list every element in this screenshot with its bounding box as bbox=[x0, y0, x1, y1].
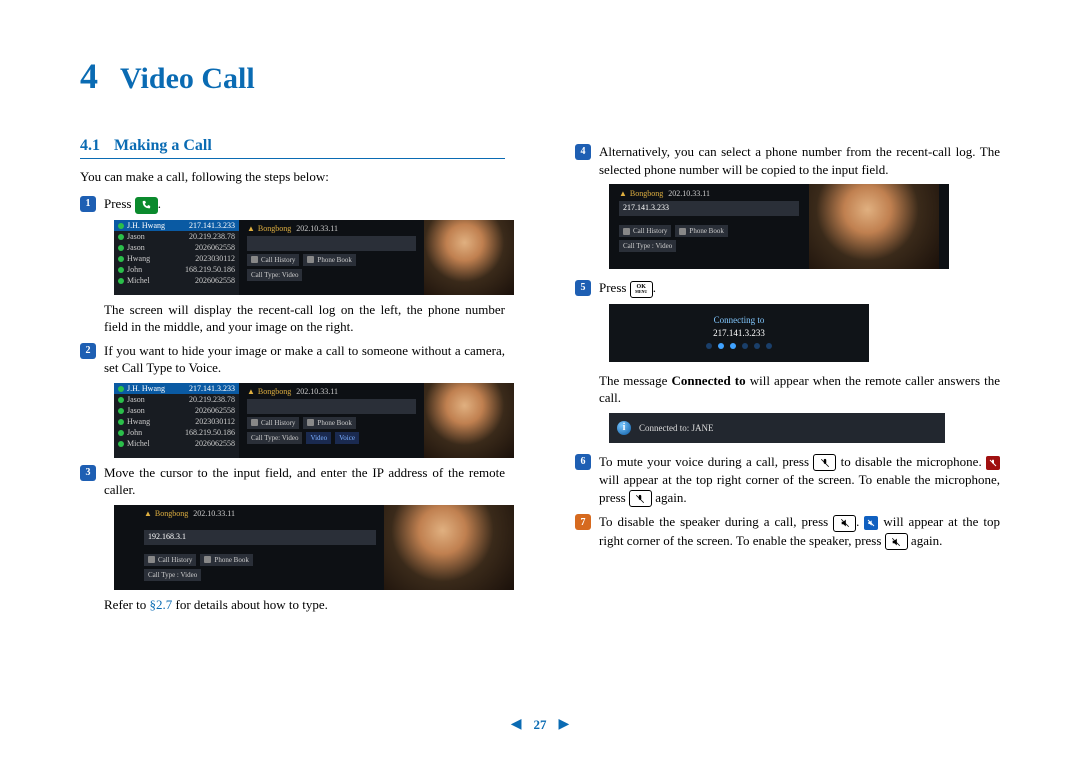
step-7: 7 To disable the speaker during a call, … bbox=[575, 513, 1000, 550]
chapter-title: Video Call bbox=[120, 62, 255, 96]
phone-book-button: Phone Book bbox=[303, 254, 355, 266]
left-column: 4.1 Making a Call You can make a call, f… bbox=[80, 137, 505, 619]
step-number: 2 bbox=[80, 343, 96, 359]
screenshot-connected: i Connected to: JANE bbox=[609, 413, 945, 443]
chapter-heading: 4 Video Call bbox=[80, 55, 1000, 97]
self-preview bbox=[424, 220, 514, 295]
chapter-number: 4 bbox=[80, 55, 98, 97]
next-page-arrow[interactable]: ▶ bbox=[559, 716, 570, 733]
calltype-voice-selected: Video bbox=[306, 432, 331, 444]
progress-dots bbox=[703, 341, 775, 351]
screenshot-selected-number: ▲Bongbong202.10.33.11 217.141.3.233 Call… bbox=[609, 184, 949, 269]
connected-label: Connected to: JANE bbox=[639, 423, 714, 433]
screenshot-connecting: Connecting to 217.141.3.233 bbox=[609, 304, 869, 362]
speaker-off-status-icon bbox=[864, 516, 878, 530]
step-number: 6 bbox=[575, 454, 591, 470]
step-number: 4 bbox=[575, 144, 591, 160]
step-number: 5 bbox=[575, 280, 591, 296]
step-number: 1 bbox=[80, 196, 96, 212]
step-2: 2 If you want to hide your image or make… bbox=[80, 342, 505, 377]
mute-key-icon bbox=[629, 490, 652, 507]
step-text: Press . bbox=[104, 195, 505, 214]
call-history-button: Call History bbox=[247, 254, 299, 266]
step-1: 1 Press . bbox=[80, 195, 505, 214]
screenshot-recent-call-log: J.H. Hwang217.141.3.233 Jason20.219.238.… bbox=[114, 220, 514, 295]
page-number: 27 bbox=[534, 717, 547, 733]
call-log-panel: J.H. Hwang217.141.3.233 Jason20.219.238.… bbox=[114, 220, 239, 295]
presence-icon: ▲ bbox=[247, 224, 255, 233]
step-number: 7 bbox=[575, 514, 591, 530]
speaker-key-icon bbox=[885, 533, 908, 550]
ok-key-icon: OKMENU bbox=[630, 281, 653, 298]
screenshot-voice-calltype: J.H. Hwang217.141.3.233 Jason20.219.238.… bbox=[114, 383, 514, 458]
step-number: 3 bbox=[80, 465, 96, 481]
call-key-icon bbox=[135, 197, 158, 214]
step-3-note: Refer to §2.7 for details about how to t… bbox=[80, 596, 505, 614]
section-heading: 4.1 Making a Call bbox=[80, 137, 505, 159]
calltype-label: Call Type: Video bbox=[247, 269, 302, 281]
step-5-note: The message Connected to will appear whe… bbox=[575, 372, 1000, 407]
mic-muted-status-icon bbox=[986, 456, 1000, 470]
step-5: 5 Press OKMENU. bbox=[575, 279, 1000, 298]
ip-input bbox=[247, 236, 416, 251]
step-4: 4 Alternatively, you can select a phone … bbox=[575, 143, 1000, 178]
info-icon: i bbox=[617, 421, 631, 435]
step-1-note: The screen will display the recent-call … bbox=[80, 301, 505, 336]
dial-panel: ▲Bongbong202.10.33.11 Call History Phone… bbox=[239, 220, 424, 295]
page-footer: ◀ 27 ▶ bbox=[0, 716, 1080, 733]
screenshot-input-ip: ▲Bongbong202.10.33.11 192.168.3.1 Call H… bbox=[114, 505, 514, 590]
ip-input-filled: 192.168.3.1 bbox=[144, 530, 376, 545]
section-title: Making a Call bbox=[114, 137, 212, 155]
mute-key-icon bbox=[813, 454, 836, 471]
xref-link[interactable]: §2.7 bbox=[149, 597, 172, 612]
ip-input-copied: 217.141.3.233 bbox=[619, 201, 799, 216]
intro-text: You can make a call, following the steps… bbox=[80, 169, 505, 185]
step-6: 6 To mute your voice during a call, pres… bbox=[575, 453, 1000, 508]
connecting-ip: 217.141.3.233 bbox=[713, 328, 765, 338]
right-column: 4 Alternatively, you can select a phone … bbox=[575, 137, 1000, 619]
connecting-label: Connecting to bbox=[714, 315, 765, 325]
prev-page-arrow[interactable]: ◀ bbox=[511, 716, 522, 733]
speaker-key-icon bbox=[833, 515, 856, 532]
section-number: 4.1 bbox=[80, 137, 100, 155]
step-3: 3 Move the cursor to the input field, an… bbox=[80, 464, 505, 499]
